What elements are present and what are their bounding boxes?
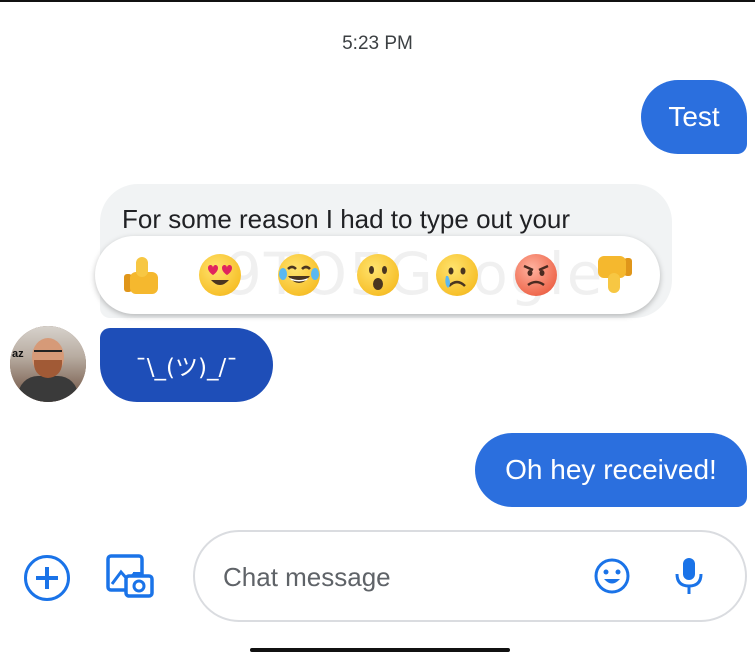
message-timestamp: 5:23 PM [342,33,413,54]
emoji-picker-icon[interactable] [593,557,631,595]
outgoing-message-bubble[interactable]: Test [641,80,747,154]
message-text: ¯\_(ツ)_/¯ [135,355,238,381]
message-text: For some reason I had to type out your [122,204,571,234]
microphone-icon[interactable] [672,554,706,598]
thumbs-down-reaction-icon[interactable] [588,248,642,302]
message-text: Test [668,101,720,132]
navigation-handle [250,648,510,652]
outgoing-message-bubble[interactable]: Oh hey received! [475,433,747,507]
top-divider [0,0,755,2]
heart-eyes-reaction-icon[interactable] [193,248,247,302]
incoming-message-bubble-selected[interactable]: ¯\_(ツ)_/¯ [100,328,273,402]
chat-message-input[interactable] [221,554,565,600]
angry-reaction-icon[interactable] [509,248,563,302]
chat-message-field[interactable] [193,530,747,622]
gallery-camera-icon[interactable] [104,552,156,600]
laughing-tears-reaction-icon[interactable] [272,248,326,302]
surprised-reaction-icon[interactable] [351,248,405,302]
contact-avatar[interactable]: az [10,326,86,402]
avatar-background-text: az [12,348,24,360]
message-text: Oh hey received! [505,454,717,485]
thumbs-up-reaction-icon[interactable] [114,248,168,302]
crying-reaction-icon[interactable] [430,248,484,302]
reaction-picker: 9TO5Google [95,236,660,314]
add-attachment-icon[interactable] [24,555,70,601]
